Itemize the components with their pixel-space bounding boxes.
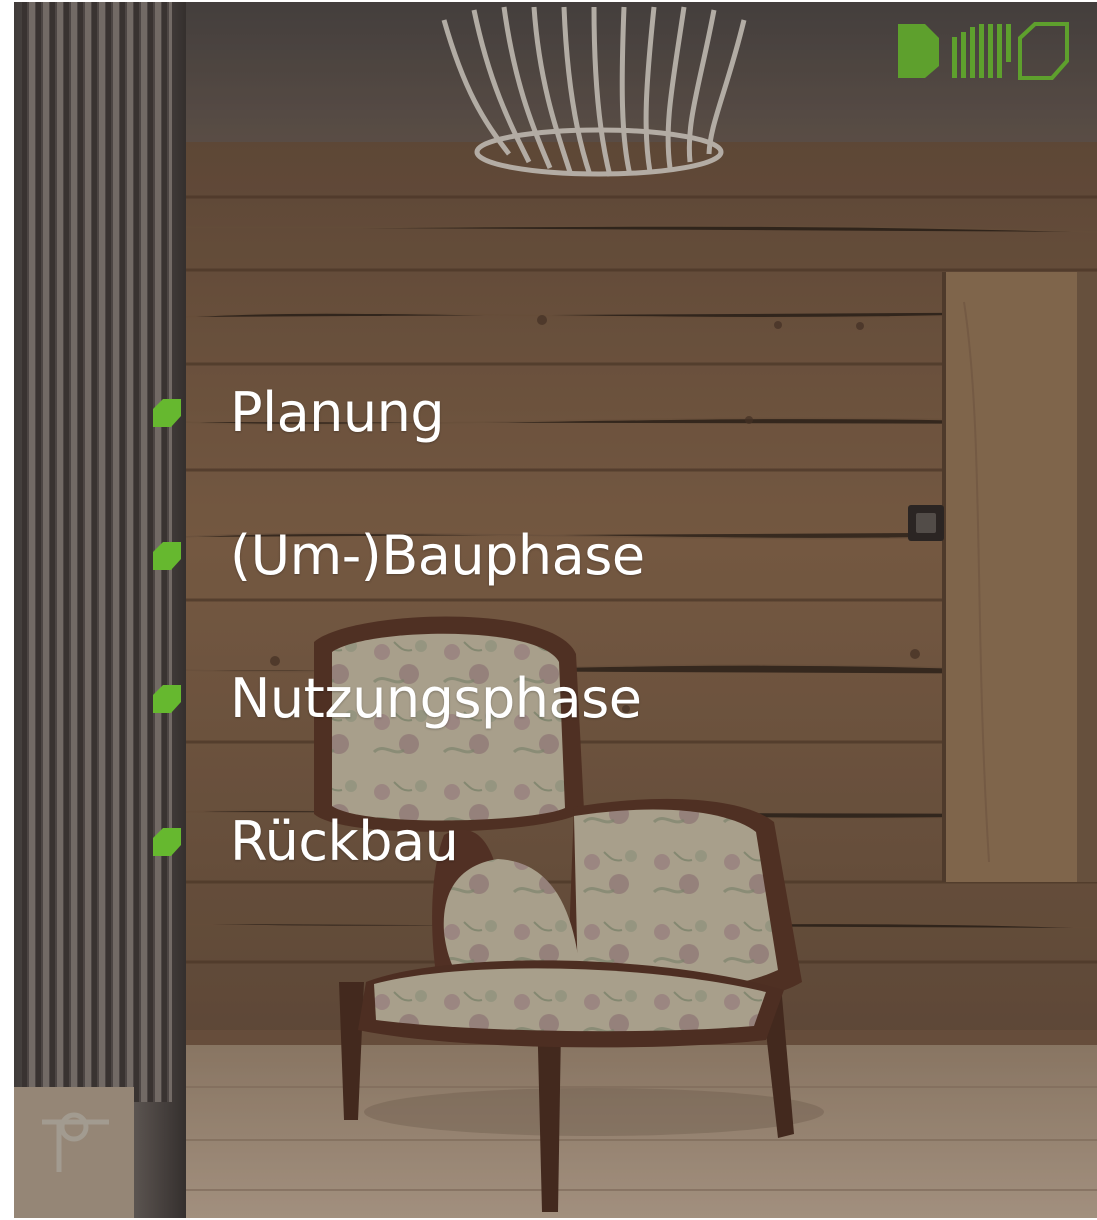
company-logo <box>898 22 1069 80</box>
phase-item: (Um-)Bauphase <box>150 517 645 660</box>
phase-label-bauphase: (Um-)Bauphase <box>230 524 645 587</box>
green-hexagon-bullet-icon <box>153 685 181 713</box>
outline-hexagon-icon <box>1018 22 1069 80</box>
phase-list: Planung (Um-)Bauphase Nutzungsphase Rück… <box>150 374 645 946</box>
green-hexagon-bullet-icon <box>153 399 181 427</box>
filled-hexagon-icon <box>898 24 939 78</box>
phase-label-rueckbau: Rückbau <box>230 810 459 873</box>
phase-item: Planung <box>150 374 645 517</box>
phase-label-nutzungsphase: Nutzungsphase <box>230 667 642 730</box>
phase-item: Nutzungsphase <box>150 660 645 803</box>
green-hexagon-bullet-icon <box>153 828 181 856</box>
green-hexagon-bullet-icon <box>153 542 181 570</box>
phase-item: Rückbau <box>150 803 645 946</box>
striped-hexagon-icon <box>952 24 1011 78</box>
photo-frame: Planung (Um-)Bauphase Nutzungsphase Rück… <box>14 2 1097 1218</box>
phase-label-planung: Planung <box>230 381 445 444</box>
